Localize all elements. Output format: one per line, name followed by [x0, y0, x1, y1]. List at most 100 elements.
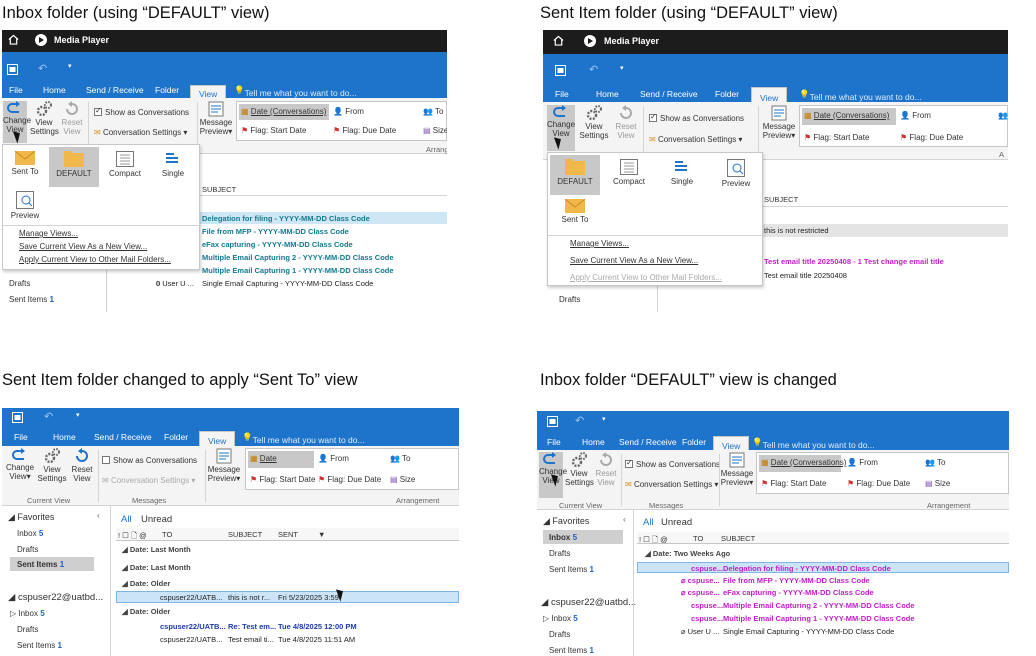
manage-views-link[interactable]: Manage Views...	[570, 239, 629, 248]
tab-home[interactable]: Home	[596, 89, 619, 99]
quick-access-dropdown-icon[interactable]: ▾	[68, 62, 72, 70]
arrange-flag-start[interactable]: ⚑ Flag: Start Date	[241, 126, 306, 135]
manage-views-link[interactable]: Manage Views...	[19, 229, 78, 238]
favorites-header[interactable]: ◢ Favorites	[8, 512, 54, 523]
group-header[interactable]: ◢ Date: Two Weeks Ago	[645, 549, 730, 558]
email-row-subject[interactable]: Single Email Capturing - YYYY-MM-DD Clas…	[723, 627, 894, 636]
email-row-subject[interactable]: this is not restricted	[764, 226, 829, 235]
email-row-subject[interactable]: eFax capturing - YYYY-MM-DD Class Code	[723, 588, 874, 597]
email-row-subject[interactable]: Multiple Email Capturing 2 - YYYY-MM-DD …	[723, 601, 915, 610]
quick-access-dropdown-icon[interactable]: ▾	[76, 411, 80, 419]
tab-folder[interactable]: Folder	[155, 85, 179, 95]
arrange-to[interactable]: 👥 To	[423, 107, 444, 116]
view-option-default[interactable]: DEFAULT	[550, 155, 600, 195]
view-settings-button[interactable]: View Settings	[37, 448, 67, 483]
email-row-from[interactable]: ⌀ cspuse...	[681, 588, 720, 597]
view-settings-button[interactable]: View Settings	[30, 101, 59, 136]
arrange-from[interactable]: 👤 From	[333, 107, 364, 116]
view-settings-button[interactable]: View Settings	[565, 452, 594, 487]
media-player-icon[interactable]	[35, 34, 47, 46]
view-option-preview[interactable]: Preview	[716, 159, 756, 188]
column-icons[interactable]: ! ☐ 🗋 @	[118, 530, 147, 543]
column-to[interactable]: TO	[162, 530, 172, 539]
filter-unread[interactable]: Unread	[141, 514, 172, 525]
show-as-conversations-checkbox[interactable]: Show as Conversations	[649, 112, 744, 123]
arrange-size[interactable]: ▤ Size	[390, 475, 415, 484]
email-row-from[interactable]: cspuse...	[691, 601, 723, 610]
tell-me-search[interactable]: 💡 Tell me what you want to do...	[799, 89, 922, 102]
column-sent[interactable]: SENT ▼	[278, 530, 325, 539]
conversation-settings-button[interactable]: ✉ Conversation Settings ▾	[649, 135, 742, 144]
conversation-settings-button[interactable]: ✉ Conversation Settings ▾	[102, 476, 195, 485]
view-settings-button[interactable]: View Settings	[579, 105, 609, 140]
email-row-subject[interactable]: File from MFP - YYYY-MM-DD Class Code	[723, 576, 870, 585]
view-option-single[interactable]: Single	[664, 159, 700, 186]
filter-all[interactable]: All	[643, 517, 654, 528]
folder-drafts[interactable]: Drafts	[549, 549, 570, 558]
arrange-date-conversations[interactable]: ▦ Date (Conversations)	[802, 108, 896, 125]
save-view-link[interactable]: Save Current View As a New View...	[19, 242, 147, 251]
change-view-button[interactable]: Change View▾	[6, 448, 34, 481]
collapse-pane-icon[interactable]: ‹	[97, 511, 100, 520]
group-header[interactable]: ◢ Date: Older	[122, 607, 170, 616]
arrange-to[interactable]: 👥 To	[390, 454, 411, 463]
view-option-sent-to[interactable]: Sent To	[556, 198, 594, 224]
show-as-conversations-checkbox[interactable]: Show as Conversations	[102, 456, 197, 465]
arrange-size[interactable]: ▤ Size	[925, 479, 950, 488]
tab-file[interactable]: File	[547, 437, 561, 447]
quick-access-dropdown-icon[interactable]: ▾	[620, 64, 624, 72]
message-preview-button[interactable]: Message Preview▾	[199, 101, 233, 136]
folder-sent-items-account[interactable]: Sent Items 1	[549, 646, 594, 655]
home-icon[interactable]	[8, 34, 19, 45]
email-row-subject[interactable]: Single Email Capturing - YYYY-MM-DD Clas…	[202, 279, 373, 288]
conversation-settings-button[interactable]: ✉ Conversation Settings ▾	[94, 128, 187, 137]
arrange-from[interactable]: 👤 From	[900, 111, 931, 120]
account-header[interactable]: ◢ cspuser22@uatbd...	[541, 597, 636, 608]
conversation-settings-button[interactable]: ✉ Conversation Settings ▾	[625, 480, 718, 489]
folder-drafts[interactable]: Drafts	[9, 279, 30, 288]
tab-home[interactable]: Home	[43, 85, 66, 95]
arrange-flag-due[interactable]: ⚑ Flag: Due Date	[847, 479, 910, 488]
tab-file[interactable]: File	[9, 85, 23, 95]
tell-me-search[interactable]: 💡 Tell me what you want to do...	[752, 437, 875, 450]
column-icons[interactable]: ! ☐ 🗋 @	[639, 534, 668, 547]
arrange-to[interactable]: 👥 To	[925, 458, 946, 467]
filter-unread[interactable]: Unread	[661, 517, 692, 528]
tab-send-receive[interactable]: Send / Receive	[619, 437, 677, 447]
email-row-from[interactable]: ⌀ cspuse...	[681, 576, 720, 585]
view-option-single[interactable]: Single	[155, 151, 191, 178]
undo-icon[interactable]: ↶	[44, 410, 53, 423]
home-icon[interactable]	[553, 35, 564, 46]
email-row-sent[interactable]: Tue 4/8/2025 12:00 PM	[278, 622, 357, 631]
view-option-default[interactable]: DEFAULT	[49, 147, 99, 187]
undo-icon[interactable]: ↶	[575, 414, 584, 427]
email-row-from[interactable]: cspuse...	[691, 564, 723, 573]
email-row-sent[interactable]: Tue 4/8/2025 11:51 AM	[278, 635, 355, 644]
email-row-subject[interactable]: File from MFP - YYYY-MM-DD Class Code	[202, 227, 349, 236]
email-row-to[interactable]: cspuser22/UATB...	[160, 635, 222, 644]
arrange-flag-due[interactable]: ⚑ Flag: Due Date	[900, 133, 963, 142]
folder-drafts-account[interactable]: Drafts	[549, 630, 570, 639]
email-row-subject[interactable]: Multiple Email Capturing 2 - YYYY-MM-DD …	[202, 253, 394, 262]
column-subject[interactable]: SUBJECT	[721, 534, 755, 543]
save-view-link[interactable]: Save Current View As a New View...	[570, 256, 698, 265]
email-row-subject[interactable]: Multiple Email Capturing 1 - YYYY-MM-DD …	[723, 614, 915, 623]
email-row-subject[interactable]: Test email ti...	[228, 635, 274, 644]
tab-send-receive[interactable]: Send / Receive	[86, 85, 144, 95]
arrange-to-icon[interactable]: 👥	[998, 111, 1008, 120]
tab-folder[interactable]: Folder	[715, 89, 739, 99]
arrange-flag-start[interactable]: ⚑ Flag: Start Date	[250, 475, 315, 484]
column-subject[interactable]: SUBJECT	[202, 185, 236, 194]
apply-view-link[interactable]: Apply Current View to Other Mail Folders…	[19, 255, 171, 264]
email-row-to[interactable]: cspuser22/UATB...	[160, 593, 222, 602]
folder-inbox-account[interactable]: ▷ Inbox 5	[543, 614, 578, 623]
tell-me-search[interactable]: 💡 Tell me what you want to do...	[234, 85, 357, 98]
collapse-pane-icon[interactable]: ‹	[623, 515, 626, 524]
email-row-subject[interactable]: Delegation for filing - YYYY-MM-DD Class…	[723, 564, 891, 573]
tab-send-receive[interactable]: Send / Receive	[94, 432, 152, 442]
filter-all[interactable]: All	[121, 514, 132, 525]
tell-me-search[interactable]: 💡 Tell me what you want to do...	[242, 432, 365, 445]
arrange-date-conversations[interactable]: ▦ Date (Conversations)	[239, 104, 329, 120]
email-row-subject[interactable]: Test email title 20250408	[764, 271, 847, 280]
undo-icon[interactable]: ↶	[38, 62, 47, 75]
